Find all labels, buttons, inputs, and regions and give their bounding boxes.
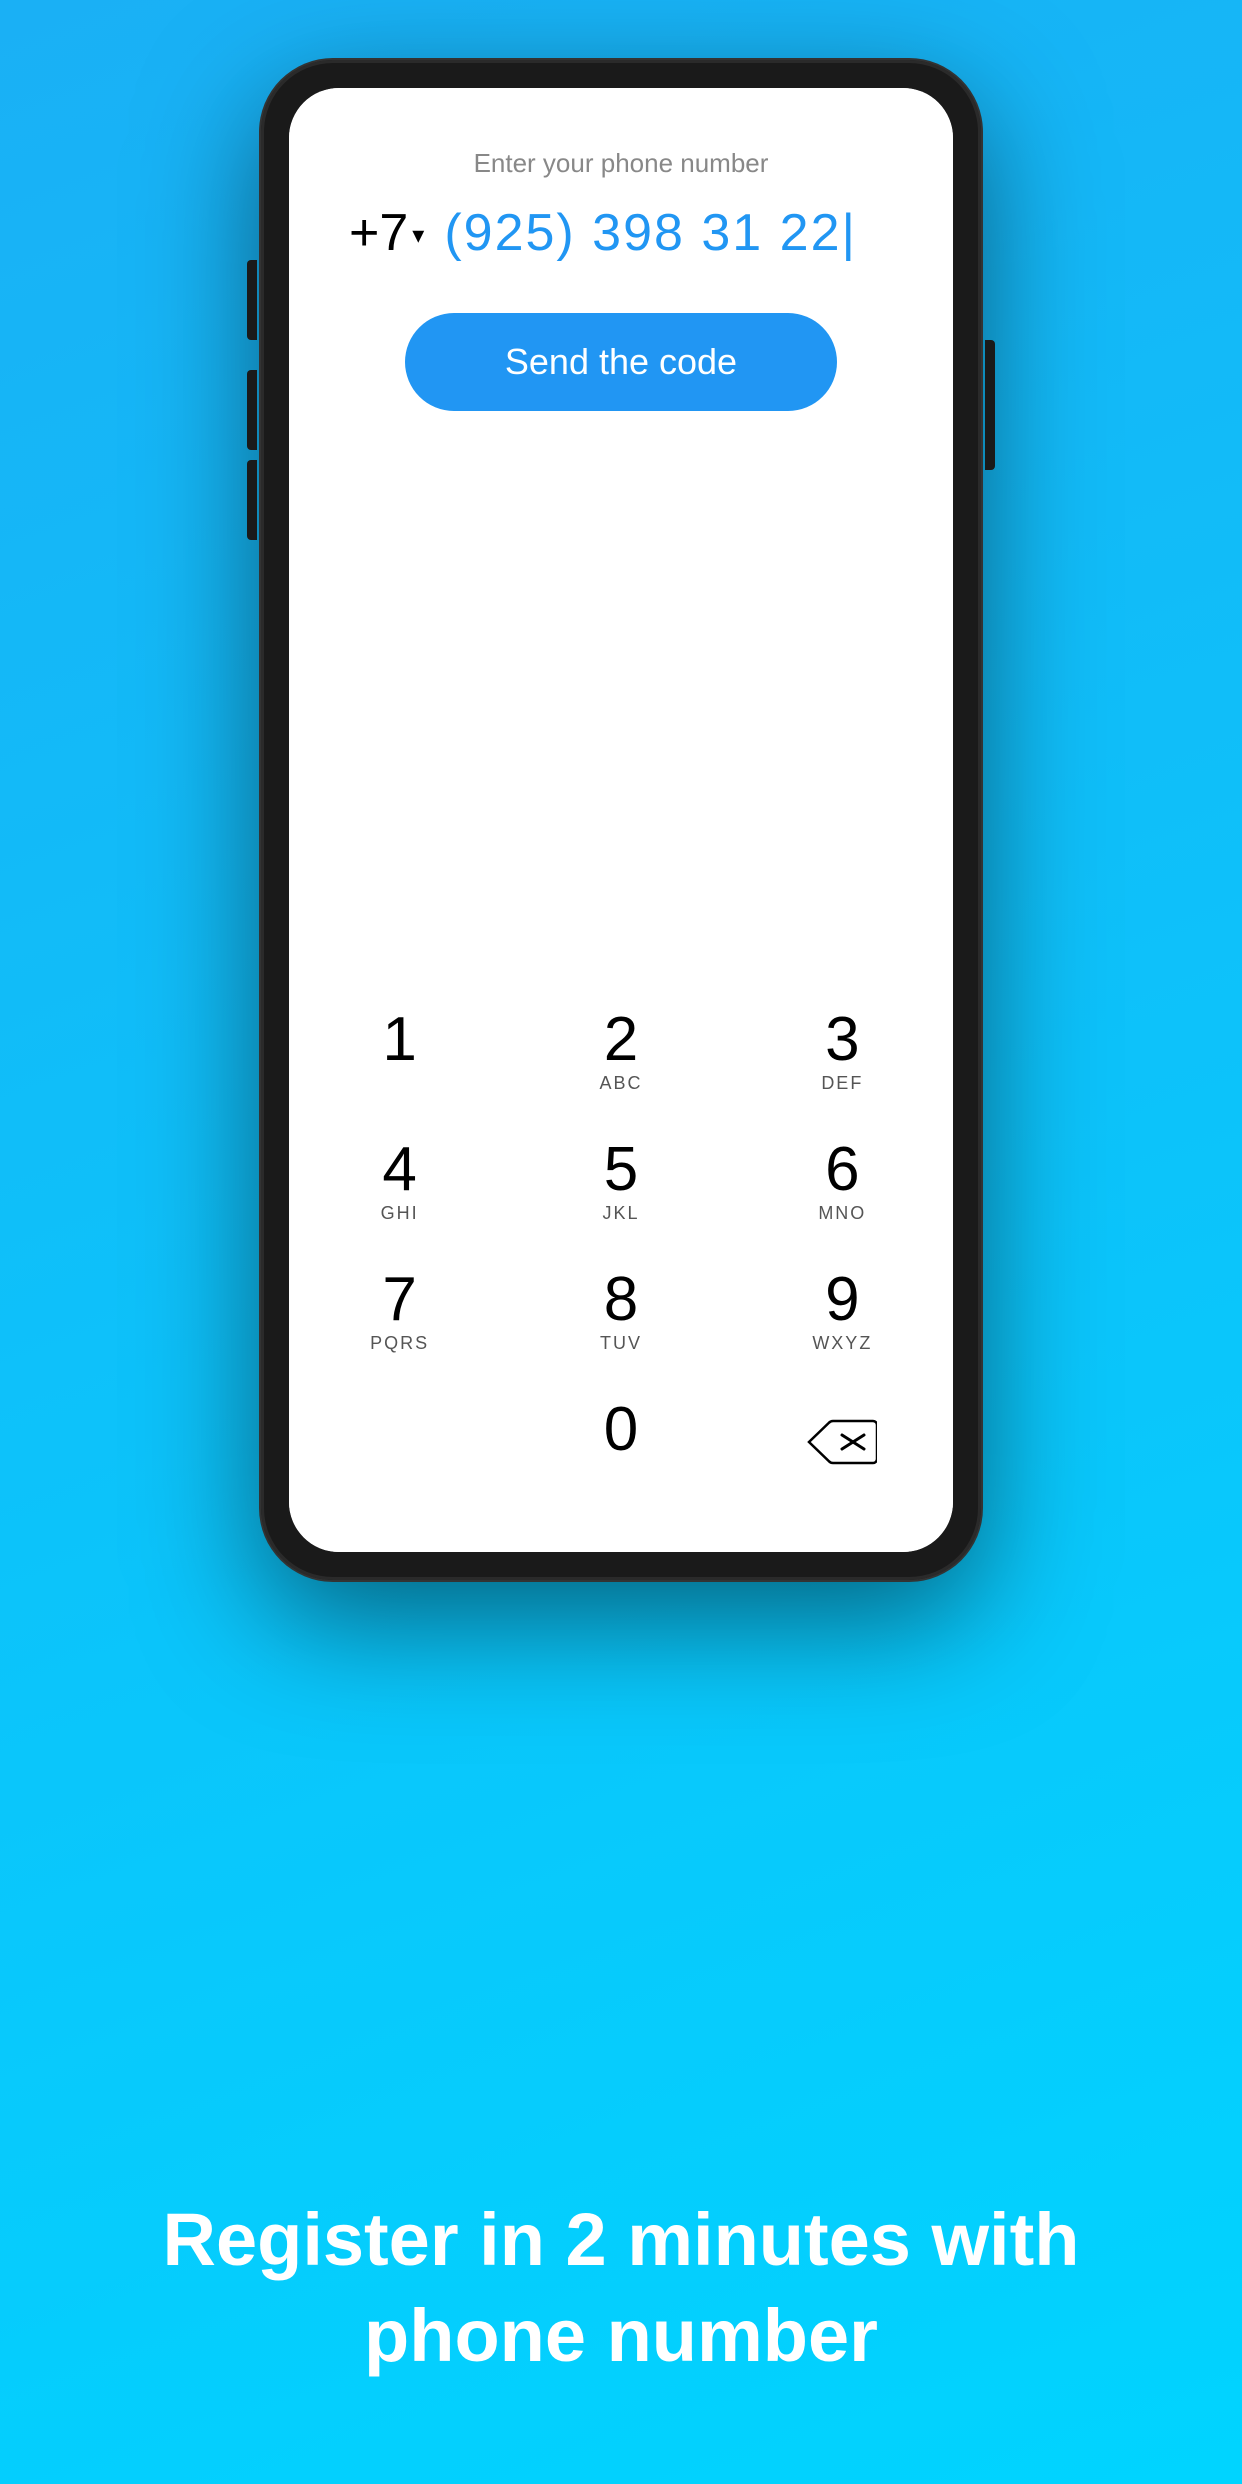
key-0-number: 0 bbox=[604, 1399, 638, 1461]
key-3-letters: DEF bbox=[821, 1073, 863, 1095]
key-4-number: 4 bbox=[382, 1139, 416, 1201]
spacer bbox=[289, 451, 953, 982]
key-8-number: 8 bbox=[604, 1269, 638, 1331]
phone-number-text: (925) 398 31 22 bbox=[444, 204, 841, 262]
key-0[interactable]: 0 bbox=[531, 1382, 711, 1502]
key-5[interactable]: 5 JKL bbox=[531, 1122, 711, 1242]
keypad: 1 2 ABC 3 DEF 4 GHI 5 bbox=[289, 982, 953, 1552]
send-code-button[interactable]: Send the code bbox=[405, 313, 837, 411]
key-9-number: 9 bbox=[825, 1269, 859, 1331]
keypad-row-2: 4 GHI 5 JKL 6 MNO bbox=[289, 1122, 953, 1242]
key-5-number: 5 bbox=[604, 1139, 638, 1201]
chevron-down-icon: ▾ bbox=[412, 221, 424, 250]
key-6-number: 6 bbox=[825, 1139, 859, 1201]
phone-input-section: Enter your phone number +7 ▾ (925) 398 3… bbox=[289, 88, 953, 451]
keypad-row-1: 1 2 ABC 3 DEF bbox=[289, 992, 953, 1112]
key-5-letters: JKL bbox=[602, 1203, 639, 1225]
key-9-letters: WXYZ bbox=[812, 1333, 872, 1355]
input-label: Enter your phone number bbox=[474, 148, 769, 179]
key-7-number: 7 bbox=[382, 1269, 416, 1331]
phone-number-display: (925) 398 31 22| bbox=[444, 203, 857, 263]
backspace-icon bbox=[807, 1419, 877, 1465]
key-7[interactable]: 7 PQRS bbox=[310, 1252, 490, 1372]
key-delete[interactable] bbox=[752, 1382, 932, 1502]
key-6[interactable]: 6 MNO bbox=[752, 1122, 932, 1242]
key-8[interactable]: 8 TUV bbox=[531, 1252, 711, 1372]
key-3[interactable]: 3 DEF bbox=[752, 992, 932, 1112]
keypad-row-3: 7 PQRS 8 TUV 9 WXYZ bbox=[289, 1252, 953, 1372]
key-3-number: 3 bbox=[825, 1009, 859, 1071]
key-2-letters: ABC bbox=[599, 1073, 642, 1095]
phone-number-row: +7 ▾ (925) 398 31 22| bbox=[329, 203, 913, 263]
register-text: Register in 2 minutes with phone number bbox=[80, 2192, 1162, 2384]
key-4[interactable]: 4 GHI bbox=[310, 1122, 490, 1242]
bottom-text-section: Register in 2 minutes with phone number bbox=[0, 2112, 1242, 2484]
key-8-letters: TUV bbox=[600, 1333, 642, 1355]
country-code-value: +7 bbox=[349, 203, 408, 263]
key-9[interactable]: 9 WXYZ bbox=[752, 1252, 932, 1372]
cursor: | bbox=[842, 204, 858, 262]
keypad-row-4: 0 bbox=[289, 1382, 953, 1502]
phone-screen: Enter your phone number +7 ▾ (925) 398 3… bbox=[289, 88, 953, 1552]
key-2-number: 2 bbox=[604, 1009, 638, 1071]
key-6-letters: MNO bbox=[818, 1203, 866, 1225]
key-1-number: 1 bbox=[382, 1009, 416, 1071]
phone-wrapper: Enter your phone number +7 ▾ (925) 398 3… bbox=[261, 60, 981, 1580]
key-1[interactable]: 1 bbox=[310, 992, 490, 1112]
country-code-selector[interactable]: +7 ▾ bbox=[349, 203, 424, 263]
key-empty bbox=[310, 1382, 490, 1502]
key-4-letters: GHI bbox=[381, 1203, 419, 1225]
key-2[interactable]: 2 ABC bbox=[531, 992, 711, 1112]
key-7-letters: PQRS bbox=[370, 1333, 429, 1355]
